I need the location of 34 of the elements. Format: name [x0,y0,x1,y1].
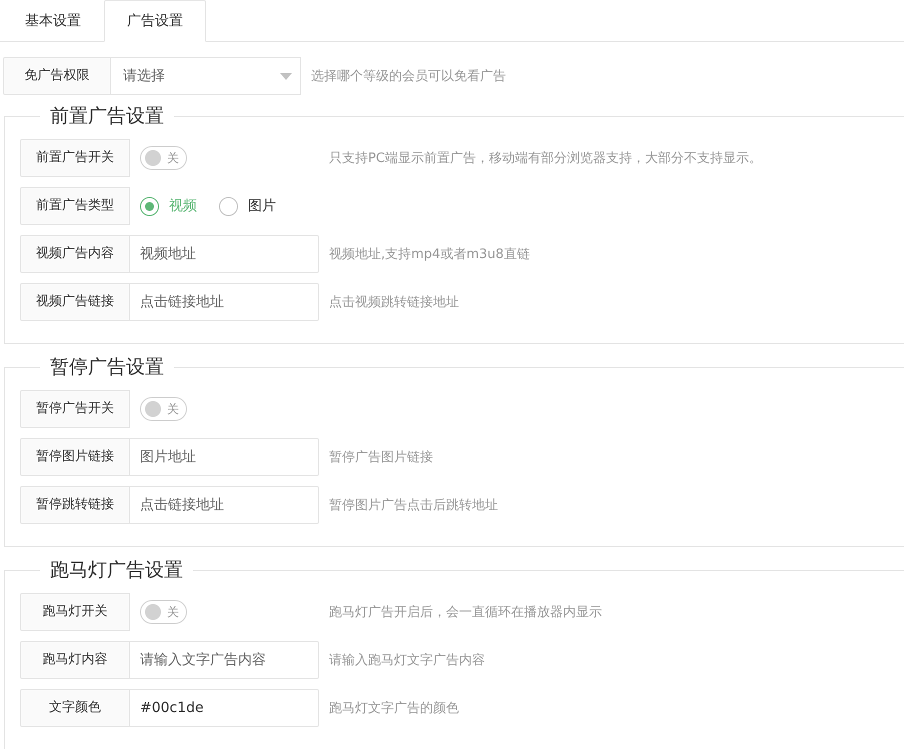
hint-text: 点击视频跳转链接地址 [329,294,459,311]
field-label: 跑马灯内容 [20,641,130,679]
field-label: 暂停广告开关 [20,390,130,428]
tab[interactable]: 基本设置 [2,0,104,41]
hint-text: 只支持PC端显示前置广告，移动端有部分浏览器支持，大部分不支持显示。 [329,150,762,167]
section-title: 跑马灯广告设置 [49,558,184,583]
field-label: 暂停跳转链接 [20,486,130,524]
hint-text: 暂停广告图片链接 [329,449,433,466]
text-field[interactable]: 点击链接地址 [130,283,319,321]
section-title: 前置广告设置 [49,104,165,129]
tab[interactable]: 广告设置 [104,0,206,42]
caret-icon [280,72,292,80]
hint-text: 请输入跑马灯文字广告内容 [329,652,485,669]
hint-text: 视频地址,支持mp4或者m3u8直链 [329,246,530,263]
field-label: 文字颜色 [20,689,130,727]
field-label: 前置广告类型 [20,187,130,225]
hint-text: 跑马灯文字广告的颜色 [329,700,459,717]
select-field[interactable]: 请选择 [111,57,301,95]
hint-text: 跑马灯广告开启后，会一直循环在播放器内显示 [329,604,602,621]
hint-text: 暂停图片广告点击后跳转地址 [329,497,498,514]
field-label: 视频广告链接 [20,283,130,321]
text-field[interactable]: 视频地址 [130,235,319,273]
radio-option[interactable]: 图片 [219,196,276,216]
hint-text: 选择哪个等级的会员可以免看广告 [311,68,506,85]
field-label: 跑马灯开关 [20,593,130,631]
text-field[interactable]: 请输入文字广告内容 [130,641,319,679]
field-label: 暂停图片链接 [20,438,130,476]
text-field[interactable]: #00c1de [130,689,319,727]
field-label: 视频广告内容 [20,235,130,273]
section-title: 暂停广告设置 [49,355,165,380]
text-field[interactable]: 点击链接地址 [130,486,319,524]
field-label: 免广告权限 [3,57,111,95]
field-label: 前置广告开关 [20,139,130,177]
text-field[interactable]: 图片地址 [130,438,319,476]
